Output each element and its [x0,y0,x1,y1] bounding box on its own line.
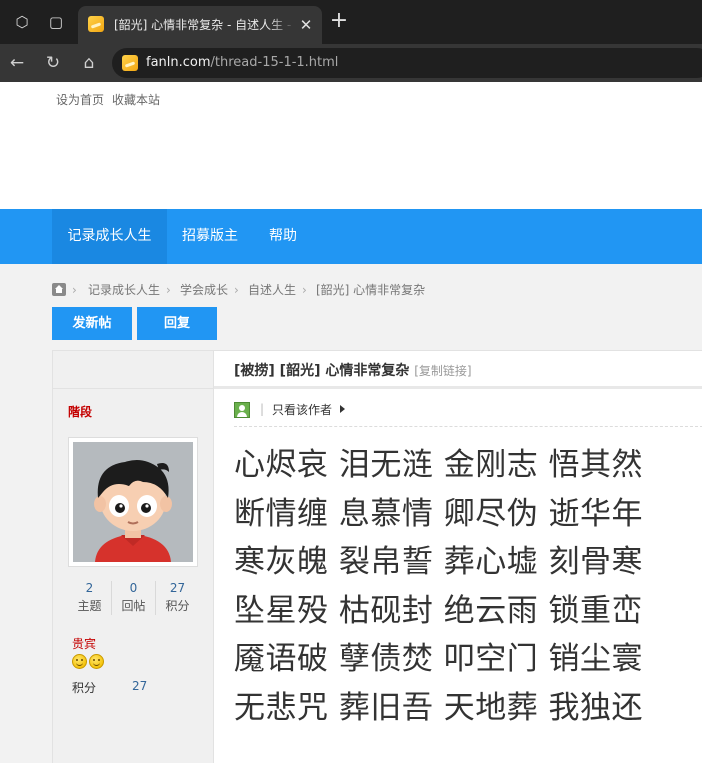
url-text: fanln.com/thread-15-1-1.html [146,55,338,71]
stat-points-label: 积分 [165,599,190,613]
thread-title-row: [被捞] [韶光] 心情非常复杂 [复制链接] [214,351,702,389]
breadcrumb-separator: › [72,283,77,297]
tab-actions-icon[interactable]: ▢ [46,12,66,32]
new-post-button[interactable]: 发新帖 [52,307,132,340]
cartoon-boy-avatar [73,442,193,562]
main-nav: 记录成长人生 招募版主 帮助 [0,209,702,264]
points-value[interactable]: 27 [132,679,147,693]
site-header [0,116,702,209]
url-field[interactable]: fanln.com/thread-15-1-1.html [112,48,702,78]
stat-threads[interactable]: 2 主题 [68,579,111,617]
post-line: 寒灰魄 裂帛誓 葬心墟 刻骨寒 [234,544,644,580]
post-body: 心烬哀 泪无涟 金刚志 悟其然 断情缠 息慕情 卿尽伪 逝华年 寒灰魄 裂帛誓 … [234,441,702,732]
smiley-icon [72,654,87,669]
breadcrumb-item[interactable]: 学会成长 [180,282,228,298]
stat-points-value: 27 [169,581,186,595]
post-line: 无悲咒 葬旧吾 天地葬 我独还 [234,689,644,726]
author-sidebar: 階段 2 主题 0 回帖 27 积分 贵宾 积分 27 [53,351,214,763]
home-icon[interactable]: ⌂ [78,52,100,74]
smiley-icon [89,654,104,669]
url-path: /thread-15-1-1.html [210,55,339,70]
close-icon[interactable]: ✕ [296,15,316,35]
avatar[interactable] [68,437,198,567]
post-author-bar: | 只看该作者 [234,399,702,427]
thread-title-text: [被捞] [韶光] 心情非常复杂 [234,363,410,379]
points-label: 积分 [72,681,97,695]
user-online-icon [234,402,250,418]
stat-threads-value: 2 [85,581,94,595]
site-topbar: 设为首页 收藏本站 [0,82,702,116]
user-rank: 階段 [68,405,93,419]
caret-right-icon [340,405,345,413]
bookmark-site-link[interactable]: 收藏本站 [112,92,160,108]
post-line: 断情缠 息慕情 卿尽伪 逝华年 [234,495,644,532]
thread-title: [被捞] [韶光] 心情非常复杂 [复制链接] [234,362,472,380]
reload-icon[interactable]: ↻ [42,52,64,74]
avatar-image [73,442,193,562]
nav-item-help[interactable]: 帮助 [253,209,313,264]
reply-button[interactable]: 回复 [137,307,217,340]
stat-replies-value: 0 [129,581,138,595]
post-line: 心烬哀 泪无涟 金刚志 悟其然 [234,447,644,483]
divider: | [260,402,265,416]
browser-address-bar: ← ↻ ⌂ fanln.com/thread-15-1-1.html [0,44,702,82]
site-favicon [122,55,138,71]
only-author-link[interactable]: 只看该作者 [272,402,332,418]
breadcrumb-item-current[interactable]: [韶光] 心情非常复杂 [316,282,425,298]
stat-replies-label: 回帖 [121,599,146,613]
workspaces-icon[interactable]: ⬡ [12,12,32,32]
nav-item-recruit-moderator[interactable]: 招募版主 [167,209,253,264]
breadcrumb-separator: › [302,283,307,297]
author-sidebar-header [53,351,213,389]
user-stats: 2 主题 0 回帖 27 积分 [68,579,198,617]
browser-tab-bar: ⬡ ▢ [韶光] 心情非常复杂 - 自述人生 - 记录成长人生 ✕ + [0,0,702,44]
set-homepage-link[interactable]: 设为首页 [56,92,104,108]
post: 階段 2 主题 0 回帖 27 积分 贵宾 积分 27 [被捞] [韶光] 心情… [52,350,702,763]
home-icon[interactable] [52,283,66,296]
site-favicon [88,16,104,32]
new-tab-button[interactable]: + [328,10,350,33]
user-level-stars [72,654,112,672]
breadcrumb-item[interactable]: 记录成长人生 [88,282,160,298]
breadcrumb-item[interactable]: 自述人生 [248,282,296,298]
post-content-column: [被捞] [韶光] 心情非常复杂 [复制链接] | 只看该作者 心烬哀 泪无涟 … [214,351,702,763]
post-line: 魇语破 孽债焚 叩空门 销尘寰 [234,641,644,677]
stat-threads-label: 主题 [77,599,102,613]
web-page: 设为首页 收藏本站 记录成长人生 招募版主 帮助 › 记录成长人生 › 学会成长… [0,82,702,763]
post-line: 坠星殁 枯砚封 绝云雨 锁重峦 [234,592,644,629]
breadcrumb-separator: › [234,283,239,297]
user-group[interactable]: 贵宾 [72,635,96,652]
stat-points[interactable]: 27 积分 [156,579,199,617]
breadcrumb-separator: › [166,283,171,297]
back-icon[interactable]: ← [6,52,28,74]
tab-title: [韶光] 心情非常复杂 - 自述人生 - 记录成长人生 [114,18,296,32]
url-host: fanln.com [146,55,211,70]
stat-replies[interactable]: 0 回帖 [112,579,155,617]
browser-tab-active[interactable]: [韶光] 心情非常复杂 - 自述人生 - 记录成长人生 ✕ [78,6,322,44]
nav-item-home[interactable]: 记录成长人生 [52,209,167,264]
copy-link[interactable]: [复制链接] [414,364,471,378]
